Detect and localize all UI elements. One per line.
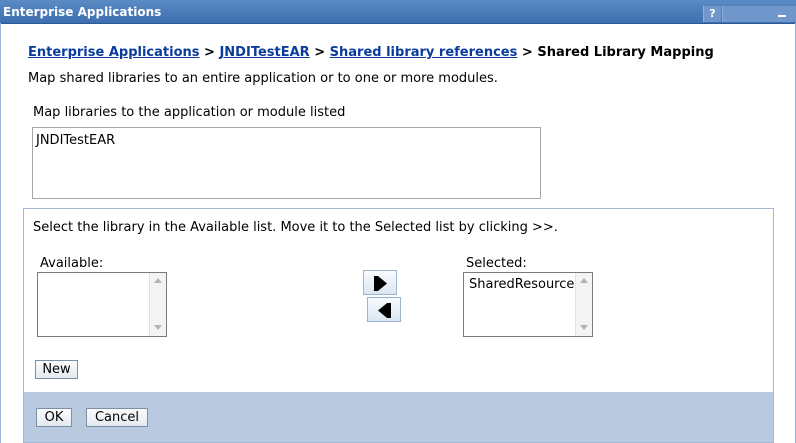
selected-list-item[interactable]: SharedResources <box>469 277 581 292</box>
available-label: Available: <box>40 256 104 271</box>
mapping-label: Map libraries to the application or modu… <box>33 105 346 120</box>
available-list-scrollbar[interactable] <box>149 273 166 336</box>
scroll-down-icon <box>580 325 588 330</box>
cancel-button[interactable]: Cancel <box>86 408 148 427</box>
arrow-left-icon <box>378 303 391 318</box>
breadcrumb-link-enterprise-applications[interactable]: Enterprise Applications <box>28 45 200 60</box>
module-list-box: JNDITestEAR <box>32 127 541 199</box>
module-list-item: JNDITestEAR <box>36 133 116 148</box>
minimize-icon <box>778 15 786 17</box>
help-icon[interactable]: ? <box>703 6 721 22</box>
add-to-selected-button[interactable] <box>363 270 397 295</box>
library-instruction: Select the library in the Available list… <box>33 220 558 235</box>
breadcrumb-separator: > <box>204 45 215 60</box>
window-title-bar: Enterprise Applications ? <box>0 0 796 24</box>
frame-border-left <box>0 23 1 443</box>
selected-label: Selected: <box>466 256 527 271</box>
library-selection-panel: Select the library in the Available list… <box>23 208 774 443</box>
scroll-up-icon <box>580 278 588 283</box>
breadcrumb-link-jnditestear[interactable]: JNDITestEAR <box>219 45 309 60</box>
remove-from-selected-button[interactable] <box>367 297 401 322</box>
selected-list[interactable]: SharedResources <box>463 272 593 337</box>
scroll-down-icon <box>154 325 162 330</box>
page-description: Map shared libraries to an entire applic… <box>28 71 498 86</box>
window-title: Enterprise Applications <box>3 5 162 19</box>
selected-list-scrollbar[interactable] <box>575 273 592 336</box>
button-bar: OK Cancel <box>24 392 773 442</box>
available-list[interactable] <box>37 272 167 337</box>
minimize-button[interactable] <box>722 6 796 22</box>
new-library-button[interactable]: New <box>35 360 78 379</box>
breadcrumb-link-shared-library-references[interactable]: Shared library references <box>330 45 518 60</box>
arrow-right-icon <box>374 276 387 291</box>
breadcrumb-current-page: Shared Library Mapping <box>537 45 714 60</box>
breadcrumb-separator: > <box>521 45 533 60</box>
scroll-up-icon <box>154 278 162 283</box>
breadcrumb: Enterprise Applications > JNDITestEAR > … <box>28 45 714 60</box>
ok-button[interactable]: OK <box>36 408 72 427</box>
breadcrumb-separator: > <box>314 45 326 60</box>
